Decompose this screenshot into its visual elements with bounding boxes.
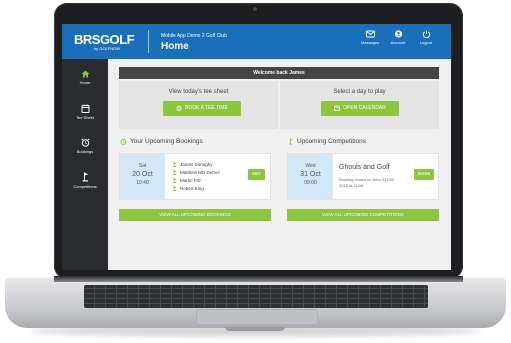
bookings-section-title: Your Upcoming Bookings bbox=[120, 138, 203, 145]
booking-date-box: Sat 20 Oct 10:40 bbox=[120, 154, 165, 199]
laptop-trackpad bbox=[196, 309, 318, 325]
player-row: James Donaghy bbox=[172, 161, 220, 169]
edit-booking-button[interactable]: EDIT bbox=[248, 169, 265, 180]
camera-icon bbox=[253, 7, 257, 11]
sidebar-item-bookings[interactable]: Bookings bbox=[62, 138, 108, 154]
club-name: Mobile App Demo 2 Golf Club bbox=[161, 33, 227, 39]
booking-time: 10:40 bbox=[136, 180, 149, 186]
calendar-icon bbox=[334, 105, 340, 111]
book-tee-time-button[interactable]: BOOK A TEE TIME bbox=[163, 101, 241, 116]
player-name: Martin Fitz bbox=[180, 178, 202, 183]
booking-day: Sat bbox=[138, 163, 147, 169]
alarm-clock-icon bbox=[120, 138, 127, 145]
account-label: Account bbox=[390, 40, 406, 45]
user-icon bbox=[394, 30, 402, 38]
view-all-competitions-button[interactable]: VIEW ALL UPCOMING COMPETITIONS bbox=[287, 209, 439, 221]
app-header: BRSGOLF by GOLFNOW Mobile App Demo 2 Gol… bbox=[62, 24, 451, 59]
calendar-icon bbox=[81, 104, 89, 113]
calendar-panel: Select a day to play OPEN CALENDAR bbox=[280, 81, 439, 129]
open-calendar-label: OPEN CALENDAR bbox=[343, 105, 386, 111]
app-screen: BRSGOLF by GOLFNOW Mobile App Demo 2 Gol… bbox=[62, 24, 451, 270]
home-icon bbox=[81, 70, 89, 78]
welcome-banner: Welcome back James bbox=[119, 67, 439, 79]
competition-time: 09:00 bbox=[304, 180, 317, 186]
account-button[interactable]: Account bbox=[386, 30, 410, 45]
player-row: Martin Fitz bbox=[172, 177, 220, 185]
player-name: Robert King bbox=[180, 186, 204, 191]
player-row: Matthew MD Demo! bbox=[172, 169, 220, 177]
person-icon bbox=[172, 162, 177, 168]
booking-card: Sat 20 Oct 10:40 James Donaghy Matthew M… bbox=[119, 153, 271, 200]
person-icon bbox=[172, 186, 177, 192]
open-calendar-button[interactable]: OPEN CALENDAR bbox=[321, 101, 399, 116]
player-name: Matthew MD Demo! bbox=[180, 170, 220, 175]
person-icon bbox=[172, 170, 177, 176]
competition-day: Wed bbox=[305, 163, 316, 169]
laptop-keyboard bbox=[84, 285, 428, 308]
sidebar-item-competitions[interactable]: Competitions bbox=[62, 172, 108, 189]
envelope-icon bbox=[365, 30, 375, 38]
main-content: Welcome back James View today's tee shee… bbox=[108, 59, 451, 270]
book-tee-time-label: BOOK A TEE TIME bbox=[185, 105, 228, 111]
golf-flag-icon bbox=[82, 172, 88, 182]
messages-button[interactable]: Messages bbox=[358, 30, 382, 45]
laptop-mockup: BRSGOLF by GOLFNOW Mobile App Demo 2 Gol… bbox=[0, 0, 511, 343]
person-icon bbox=[172, 178, 177, 184]
logo-subtitle: by GOLFNOW bbox=[94, 46, 121, 51]
calendar-prompt: Select a day to play bbox=[333, 89, 386, 95]
laptop-notch bbox=[225, 327, 285, 331]
competition-date-box: Wed 31 Oct 09:00 bbox=[288, 154, 333, 199]
sidebar-item-label: Competitions bbox=[73, 184, 97, 189]
laptop-hinge bbox=[54, 276, 463, 282]
booking-players: James Donaghy Matthew MD Demo! Martin Fi… bbox=[172, 161, 220, 193]
sidebar: Home Tee Sheet Bookings Competitions bbox=[62, 59, 108, 270]
player-row: Robert King bbox=[172, 185, 220, 193]
golf-flag-icon bbox=[289, 138, 293, 145]
logout-label: Logout bbox=[419, 40, 433, 45]
alarm-clock-icon bbox=[81, 138, 89, 147]
tee-sheet-panel: View today's tee sheet BOOK A TEE TIME bbox=[119, 81, 278, 129]
logout-button[interactable]: Logout bbox=[414, 30, 438, 45]
competition-name: Ghouls and Golf bbox=[339, 164, 390, 171]
header-divider bbox=[148, 30, 149, 53]
competitions-section-title: Upcoming Competitions bbox=[288, 138, 366, 145]
booking-date: 20 Oct bbox=[132, 171, 153, 178]
page-title: Home bbox=[161, 41, 189, 52]
tee-sheet-prompt: View today's tee sheet bbox=[168, 89, 229, 95]
competitions-title-text: Upcoming Competitions bbox=[297, 138, 367, 146]
sidebar-item-home[interactable]: Home bbox=[62, 70, 108, 85]
power-icon bbox=[422, 30, 430, 38]
competition-closing-info: Booking closes on Wed 31 Oct 2018 at 11:… bbox=[339, 177, 394, 188]
competition-card: Wed 31 Oct 09:00 Ghouls and Golf Booking… bbox=[287, 153, 439, 200]
sidebar-item-label: Bookings bbox=[76, 149, 94, 154]
bookings-title-text: Your Upcoming Bookings bbox=[130, 138, 203, 146]
brs-golf-logo[interactable]: BRSGOLF bbox=[74, 32, 135, 47]
competition-date: 31 Oct bbox=[300, 171, 321, 178]
player-name: James Donaghy bbox=[180, 162, 213, 167]
alarm-clock-icon bbox=[176, 105, 182, 111]
sidebar-item-tee-sheet[interactable]: Tee Sheet bbox=[62, 104, 108, 120]
enter-competition-button[interactable]: ENTER bbox=[414, 169, 434, 180]
view-all-bookings-button[interactable]: VIEW ALL UPCOMING BOOKINGS bbox=[119, 209, 271, 221]
messages-label: Messages bbox=[360, 40, 380, 45]
sidebar-item-label: Home bbox=[79, 80, 91, 85]
sidebar-item-label: Tee Sheet bbox=[75, 115, 94, 120]
